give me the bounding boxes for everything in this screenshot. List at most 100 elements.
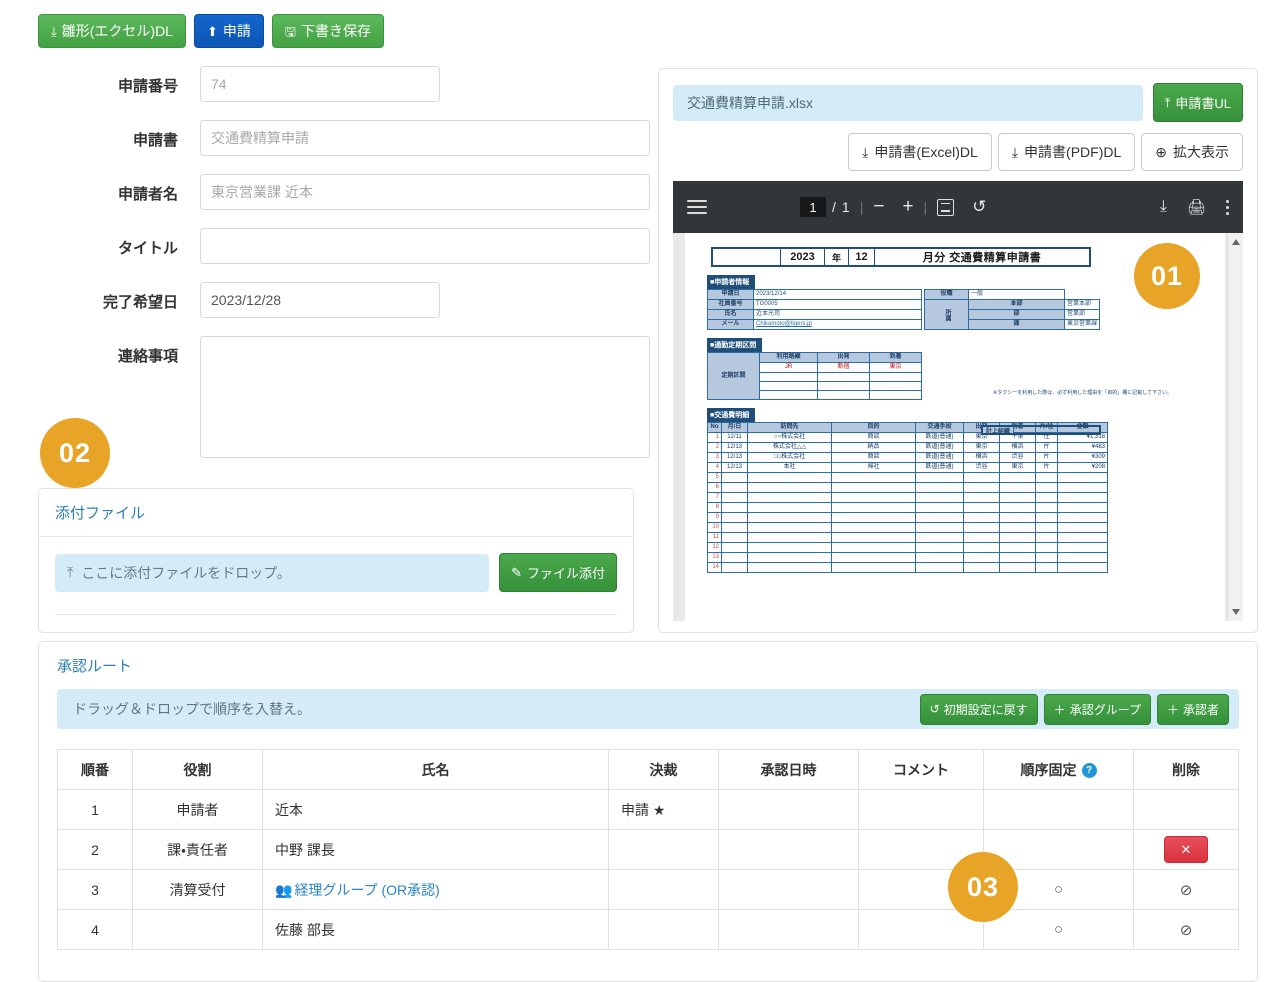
apply-button[interactable]: ⬆ 申請 (193, 14, 264, 48)
floppy-save-icon: 🖫 (284, 23, 296, 39)
zoom-out-icon[interactable]: − (873, 196, 884, 218)
cell-approved-at (718, 789, 859, 830)
pdf-current-page-input[interactable]: 1 (800, 197, 826, 217)
fit-page-icon[interactable] (937, 198, 955, 216)
cell-name: 近本 (262, 789, 609, 830)
header-decision: 決裁 (608, 749, 719, 790)
delete-row-button[interactable]: ✕ (1164, 836, 1208, 863)
more-options-icon[interactable] (1226, 199, 1229, 215)
approval-route-toolbar: ドラッグ＆ドロップで順序を入替え。 ↺ 初期設定に戻す ＋ 承認グループ ＋ 承… (57, 689, 1239, 729)
pdf-download-button[interactable]: ⤓ 申請書(PDF)DL (997, 133, 1136, 171)
pdf-scrollbar[interactable] (1227, 233, 1243, 621)
upload-icon: ⤒ (67, 564, 74, 580)
scroll-up-arrow[interactable] (1232, 239, 1240, 245)
organization-row: 所属 本部 営業本部 (924, 299, 1101, 330)
pdf-zoom-controls: − + (873, 196, 913, 218)
document-month: 12 (849, 249, 875, 265)
reset-icon: ↺ (929, 702, 940, 716)
application-upload-button[interactable]: ⤒ 申請書UL (1152, 83, 1243, 122)
pdf-download-icon[interactable]: ⤓ (1160, 198, 1167, 216)
cell-role: 課・責任者 (132, 829, 263, 870)
application-number-input[interactable] (200, 66, 440, 102)
sidebar-toggle-icon[interactable] (687, 200, 707, 214)
scroll-down-arrow[interactable] (1232, 609, 1240, 615)
cell-order: 4 (57, 909, 133, 950)
add-approval-group-button[interactable]: ＋ 承認グループ (1043, 693, 1151, 725)
document-year: 2023 (781, 249, 825, 265)
approval-route-title: 承認ルート (57, 658, 133, 675)
cell-name[interactable]: 👥 経理グループ (OR承認) (262, 869, 609, 910)
header-comment: コメント (858, 749, 984, 790)
cell-order: 2 (57, 829, 133, 870)
enlarge-view-label: 拡大表示 (1173, 144, 1229, 160)
approval-route-panel: 承認ルート ドラッグ＆ドロップで順序を入替え。 ↺ 初期設定に戻す ＋ 承認グル… (38, 641, 1258, 982)
rotate-icon[interactable]: ↺ (972, 197, 986, 217)
desired-completion-date-input[interactable] (200, 282, 440, 318)
title-input[interactable] (200, 228, 650, 264)
remarks-textarea[interactable] (200, 336, 650, 458)
cell-fixed-order[interactable]: ○ (983, 909, 1134, 950)
download-icon: ⤓ (1011, 143, 1019, 160)
pdf-divider-left: | (859, 199, 864, 215)
upload-circle-icon: ⬆ (206, 23, 218, 39)
cell-role: 清算受付 (132, 869, 263, 910)
step-badge-03: 03 (948, 852, 1018, 922)
pdf-total-pages: 1 (841, 199, 850, 215)
table-row[interactable]: 2 課・責任者 中野 課長 ✕ (57, 829, 1239, 870)
field-row-application-number: 申請番号 (0, 66, 650, 102)
expense-detail-row: 6 (707, 482, 1108, 493)
organization-row: 役職 一般 (924, 289, 1100, 300)
document-title-row: 2023 年 12 月分 交通費精算申請書 (711, 247, 1091, 267)
expense-detail-row: 11 (707, 532, 1108, 543)
accounting-org-label: 計上組織 (983, 427, 1014, 435)
application-form: 申請番号 申請書 申請者名 タイトル 完了希望日 (0, 66, 650, 481)
attach-file-button[interactable]: ✎ ファイル添付 (499, 553, 617, 592)
organization-info-table: 役職 一般 所属 本部 営業本部 部 営業部 課 東京営業課 (924, 289, 1101, 330)
paperclip-icon: ✎ (511, 564, 522, 580)
applicant-name-label: 申請者名 (117, 186, 178, 203)
cell-decision (608, 869, 719, 910)
pdf-download-label: 申請書(PDF)DL (1024, 144, 1122, 160)
commuter-pass-row-label: 定期区間 (707, 352, 760, 400)
reset-route-button[interactable]: ↺ 初期設定に戻す (919, 693, 1038, 725)
applicant-section-header: ■申請者情報 (707, 275, 756, 289)
expense-detail-row: 5 (707, 472, 1108, 483)
application-form-label: 申請書 (132, 132, 178, 149)
field-row-application-form: 申請書 (0, 120, 650, 156)
expense-detail-row: 7 (707, 492, 1108, 503)
table-row[interactable]: 3 清算受付 👥 経理グループ (OR承認) ○ ⊘ (57, 869, 1239, 910)
download-icon: ⤓ (51, 23, 57, 39)
cell-delete[interactable]: ✕ (1133, 829, 1239, 870)
add-approver-button[interactable]: ＋ 承認者 (1156, 693, 1229, 725)
template-excel-download-button[interactable]: ⤓ 雛形(エクセル)DL (38, 14, 186, 48)
enlarge-view-button[interactable]: ⊕ 拡大表示 (1141, 133, 1243, 171)
zoom-in-icon[interactable]: + (902, 196, 913, 218)
help-icon[interactable]: ? (1081, 763, 1097, 779)
table-row[interactable]: 4 佐藤 部長 ○ ⊘ (57, 909, 1239, 950)
applicant-row: メール Chikamoto@tigers.jp (707, 319, 922, 330)
excel-download-button[interactable]: ⤓ 申請書(Excel)DL (848, 133, 992, 171)
application-number-label: 申請番号 (117, 78, 178, 95)
order-fixed-marker[interactable]: ○ (1054, 881, 1063, 898)
file-dropzone[interactable]: ⤒ ここに添付ファイルをドロップ。 (55, 553, 490, 592)
approval-group-link[interactable]: 経理グループ (OR承認) (294, 882, 439, 898)
attachment-drop-row: ⤒ ここに添付ファイルをドロップ。 ✎ ファイル添付 (39, 537, 633, 592)
order-fixed-marker[interactable]: ○ (1054, 921, 1063, 938)
field-row-applicant-name: 申請者名 (0, 174, 650, 210)
file-dropzone-label: ここに添付ファイルをドロップ。 (81, 564, 291, 581)
document-year-label: 年 (825, 249, 849, 265)
applicant-name-input[interactable] (200, 174, 650, 210)
header-delete: 削除 (1133, 749, 1239, 790)
cell-fixed-order (983, 789, 1134, 830)
application-form-input[interactable] (200, 120, 650, 156)
cell-decision (608, 829, 719, 870)
save-draft-button[interactable]: 🖫 下書き保存 (271, 14, 384, 48)
table-row[interactable]: 1 申請者 近本 申請 ★ (57, 789, 1239, 830)
commuter-pass-section-header: ■通勤定期区間 (707, 338, 763, 352)
download-icon: ⤓ (862, 143, 869, 160)
attach-file-label: ファイル添付 (526, 566, 605, 581)
application-upload-label: 申請書UL (1175, 96, 1231, 111)
field-row-desired-completion-date: 完了希望日 (0, 282, 650, 318)
preview-file-name: 交通費精算申請.xlsx (673, 84, 1143, 121)
print-icon[interactable]: 🖨 (1187, 198, 1206, 216)
